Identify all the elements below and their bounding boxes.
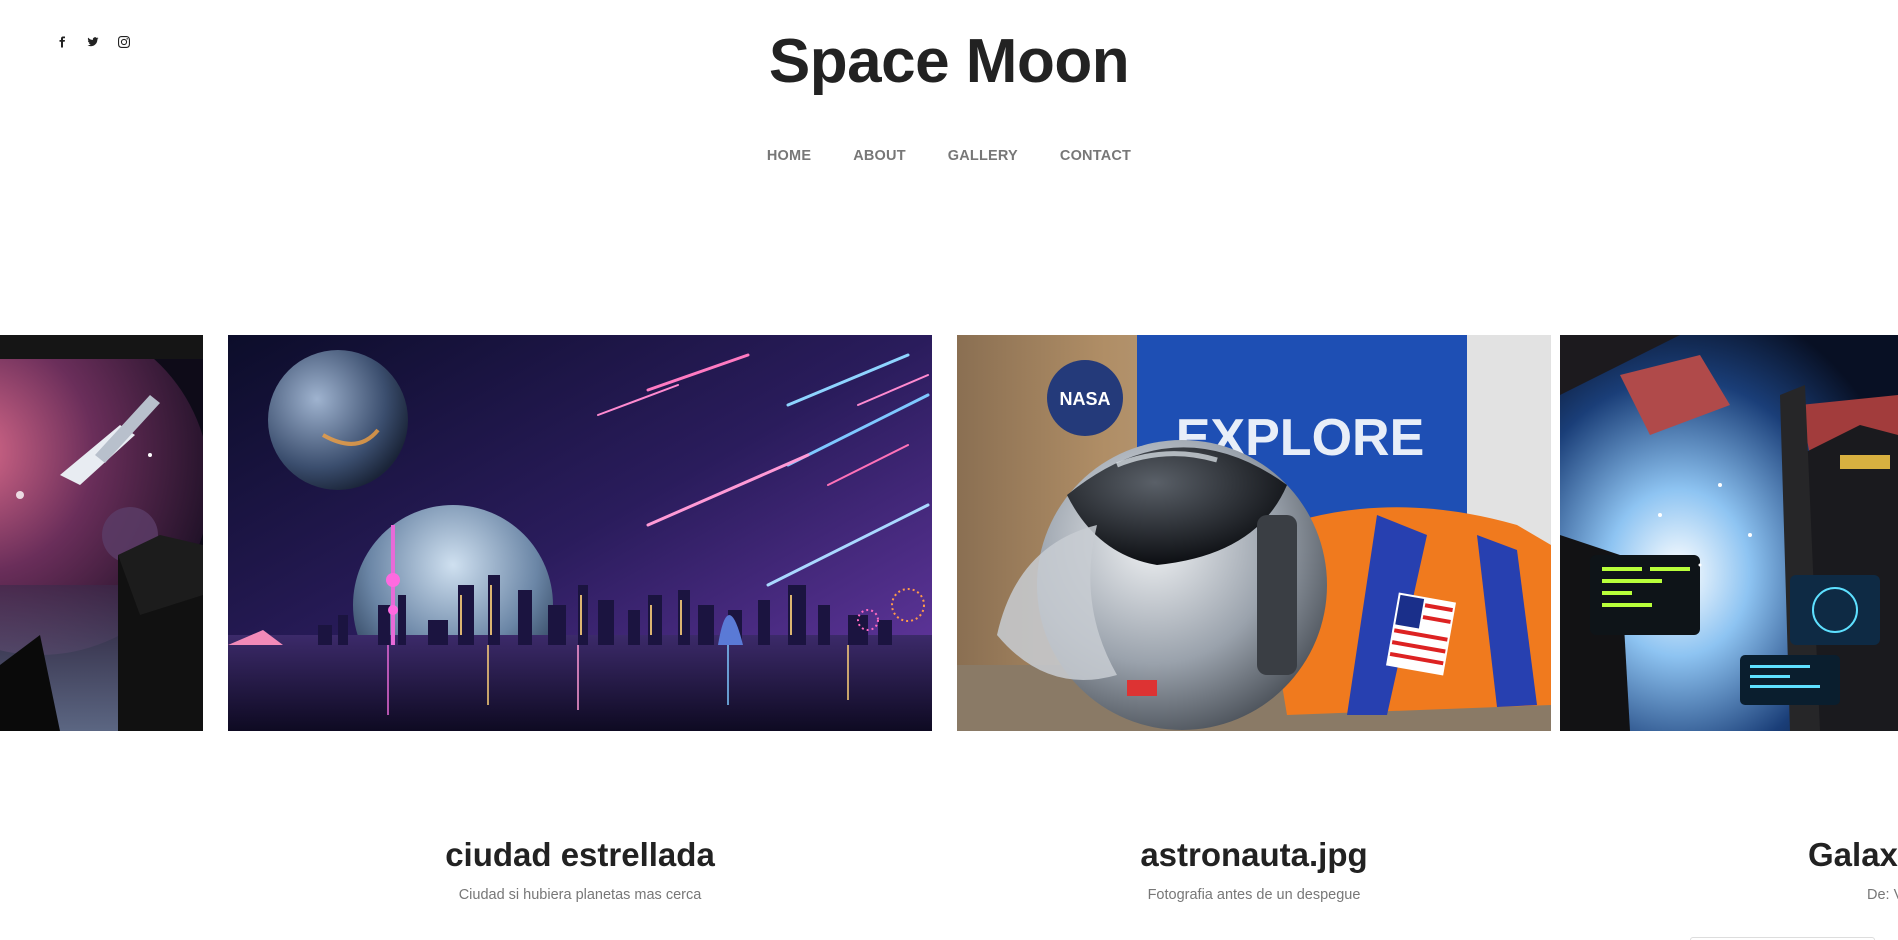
nav-gallery[interactable]: GALLERY (927, 148, 1039, 164)
nav-contact[interactable]: CONTACT (1039, 148, 1152, 164)
svg-text:NASA: NASA (1059, 389, 1110, 409)
caption-slide-2: astronauta.jpg Fotografia antes de un de… (957, 836, 1551, 903)
caption-title[interactable]: Galax (1808, 836, 1898, 874)
caption-slide-3: Galax De: V (1808, 836, 1898, 903)
slide-image-space-battle[interactable] (0, 335, 203, 731)
caption-title[interactable]: ciudad estrellada (228, 836, 932, 874)
caption-subtitle: De: V (1867, 887, 1898, 903)
slider-captions: ciudad estrellada Ciudad si hubiera plan… (0, 836, 1898, 940)
slide-image-astronauta[interactable]: NASA EXPLORE (957, 335, 1551, 731)
caption-title[interactable]: astronauta.jpg (957, 836, 1551, 874)
site-title: Space Moon (768, 27, 1130, 96)
slide-image-ciudad-estrellada[interactable] (228, 335, 932, 731)
gallery-slider: NASA EXPLORE (0, 335, 1898, 732)
nav-about[interactable]: ABOUT (832, 148, 927, 164)
caption-subtitle: Fotografia antes de un despegue (1147, 887, 1361, 903)
slide-image-galaxia[interactable] (1560, 335, 1898, 731)
caption-slide-1: ciudad estrellada Ciudad si hubiera plan… (228, 836, 932, 903)
caption-subtitle: Ciudad si hubiera planetas mas cerca (458, 887, 702, 903)
nav-home[interactable]: HOME (746, 148, 832, 164)
main-nav: HOME ABOUT GALLERY CONTACT (0, 148, 1898, 164)
